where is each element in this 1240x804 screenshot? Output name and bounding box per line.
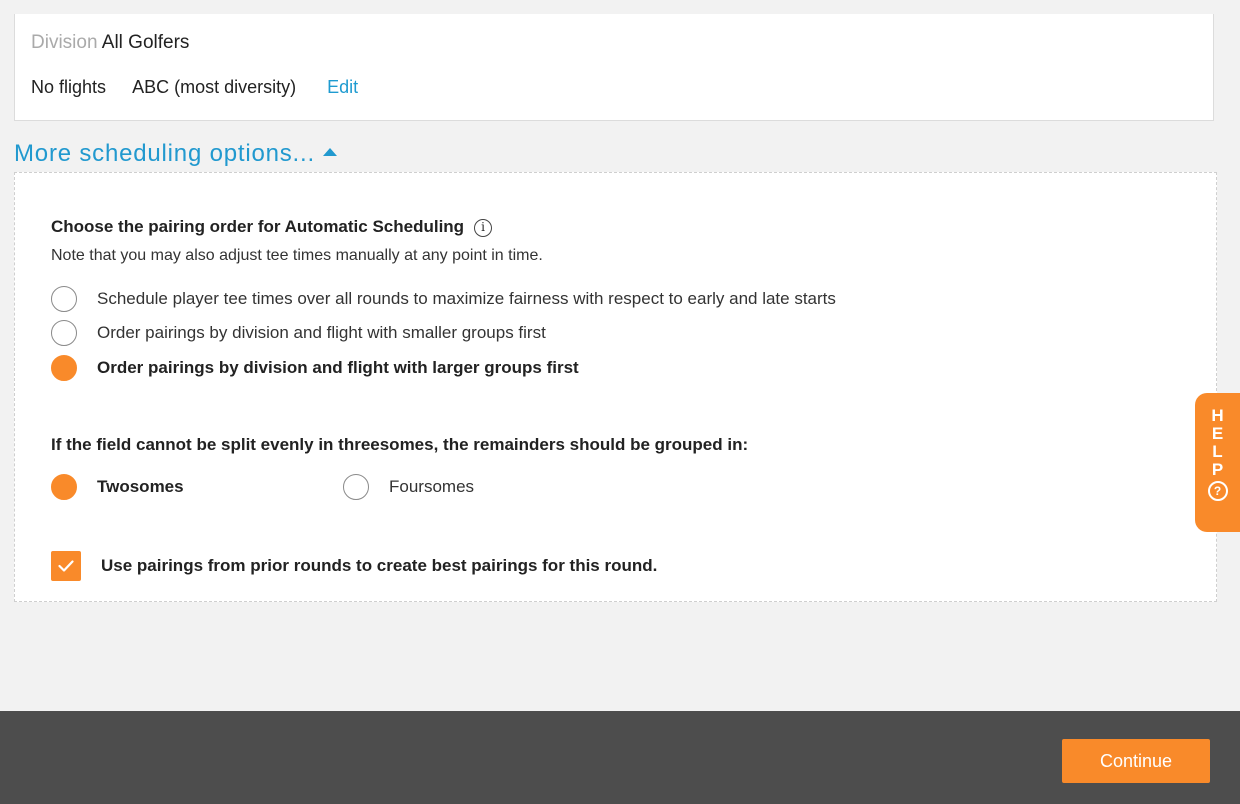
radio-label: Order pairings by division and flight wi… <box>97 323 546 342</box>
prior-rounds-checkbox[interactable] <box>51 551 81 581</box>
more-scheduling-options-toggle[interactable]: More scheduling options... <box>14 140 337 168</box>
radio-button-selected[interactable] <box>51 474 77 500</box>
checkmark-icon <box>58 560 74 572</box>
help-letter: L <box>1212 442 1223 461</box>
flights-value: No flights <box>31 77 107 97</box>
division-label: Division <box>31 32 98 53</box>
radio-button[interactable] <box>51 286 77 312</box>
more-options-label: More scheduling options... <box>14 140 315 167</box>
continue-button[interactable]: Continue <box>1062 739 1210 783</box>
prior-rounds-option[interactable]: Use pairings from prior rounds to create… <box>51 551 657 581</box>
help-tab[interactable]: H E L P ? <box>1195 393 1240 532</box>
info-icon[interactable]: i <box>474 219 493 237</box>
pairing-option-larger-first[interactable]: Order pairings by division and flight wi… <box>51 355 579 381</box>
help-letter: P <box>1211 460 1224 479</box>
edit-link[interactable]: Edit <box>327 77 358 97</box>
remainder-option-twosomes[interactable]: Twosomes <box>51 474 184 500</box>
radio-label: Order pairings by division and flight wi… <box>97 358 579 377</box>
division-value: All Golfers <box>101 32 190 53</box>
radio-button[interactable] <box>343 474 369 500</box>
pairing-option-fairness[interactable]: Schedule player tee times over all round… <box>51 286 836 312</box>
question-circle-icon: ? <box>1207 481 1228 501</box>
remainder-option-foursomes[interactable]: Foursomes <box>343 474 474 500</box>
remainders-title: If the field cannot be split evenly in t… <box>51 435 749 454</box>
radio-label: Twosomes <box>97 477 184 496</box>
radio-button[interactable] <box>51 320 77 346</box>
division-line: Division All Golfers <box>31 32 189 54</box>
pairing-order-value: ABC (most diversity) <box>132 77 297 97</box>
flight-line: No flights ABC (most diversity) Edit <box>31 77 380 98</box>
pairing-order-title: Choose the pairing order for Automatic S… <box>51 217 493 237</box>
prior-rounds-label: Use pairings from prior rounds to create… <box>101 556 658 575</box>
radio-button-selected[interactable] <box>51 355 77 381</box>
help-letter: E <box>1211 424 1224 443</box>
caret-up-icon <box>322 147 337 156</box>
pairing-order-title-text: Choose the pairing order for Automatic S… <box>51 217 465 236</box>
footer-bar: Continue <box>0 711 1240 804</box>
scheduling-options-panel: Choose the pairing order for Automatic S… <box>14 172 1217 602</box>
radio-label: Schedule player tee times over all round… <box>97 289 836 308</box>
division-card: Division All Golfers No flights ABC (mos… <box>14 14 1214 121</box>
radio-label: Foursomes <box>389 477 475 496</box>
help-letter: H <box>1211 406 1224 425</box>
pairing-option-smaller-first[interactable]: Order pairings by division and flight wi… <box>51 320 546 346</box>
manual-adjust-note: Note that you may also adjust tee times … <box>51 247 543 264</box>
